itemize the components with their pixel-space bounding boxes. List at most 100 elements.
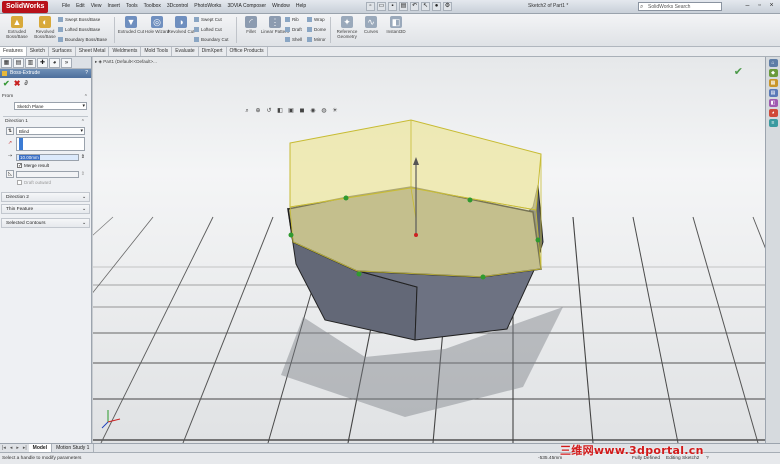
open-icon[interactable]: ▭ bbox=[377, 2, 386, 11]
section-view-icon[interactable]: ◧ bbox=[276, 107, 284, 115]
boundary-boss-button[interactable]: Boundary Boss/Base bbox=[58, 37, 107, 43]
draft-angle-input[interactable] bbox=[16, 170, 79, 178]
view-orientation-icon[interactable]: ▣ bbox=[287, 107, 295, 115]
previous-view-icon[interactable]: ↺ bbox=[265, 107, 273, 115]
property-manager-tab-icon[interactable]: ▤ bbox=[13, 58, 24, 68]
reverse-direction-icon[interactable]: ⇅ bbox=[6, 127, 14, 135]
boundary-cut-icon bbox=[194, 37, 199, 43]
lofted-boss-button[interactable]: Lofted Boss/Base bbox=[58, 27, 100, 33]
zoom-to-fit-icon[interactable]: ⌕ bbox=[243, 107, 251, 115]
tab-last-icon[interactable]: ▸| bbox=[21, 445, 29, 451]
boundary-cut-button[interactable]: Boundary Cut bbox=[194, 37, 229, 43]
end-condition-dropdown[interactable]: Blind bbox=[16, 127, 85, 135]
rebuild-icon[interactable]: ● bbox=[432, 2, 441, 11]
home-icon[interactable]: ⌂ bbox=[768, 59, 778, 67]
menu-help[interactable]: Help bbox=[296, 3, 306, 9]
tab-evaluate[interactable]: Evaluate bbox=[172, 47, 199, 56]
draft-toggle-icon[interactable]: ◺ bbox=[6, 170, 14, 178]
swept-boss-button[interactable]: Swept Boss/Base bbox=[58, 17, 100, 23]
restore-icon[interactable]: ▫ bbox=[755, 2, 764, 9]
spin-arrows-icon[interactable]: ⇕ bbox=[81, 171, 85, 177]
merge-result-checkbox[interactable]: ✓ Merge result bbox=[3, 162, 88, 169]
menu-insert[interactable]: Insert bbox=[107, 3, 120, 9]
file-explorer-icon[interactable]: ▤ bbox=[768, 89, 778, 97]
from-section-header[interactable]: From ⌃ bbox=[0, 93, 91, 101]
display-style-icon[interactable]: ◼ bbox=[298, 107, 306, 115]
select-icon[interactable]: ↖ bbox=[421, 2, 430, 11]
view-palette-icon[interactable]: ◧ bbox=[768, 99, 778, 107]
rib-button[interactable]: Rib bbox=[285, 17, 299, 23]
menu-view[interactable]: View bbox=[91, 3, 102, 9]
extruded-boss-button[interactable]: ▲ Extruded Boss/Base bbox=[2, 16, 32, 44]
appearance-icon[interactable]: ◍ bbox=[320, 107, 328, 115]
close-icon[interactable]: × bbox=[767, 2, 776, 9]
status-units[interactable]: ? bbox=[706, 453, 709, 464]
custom-properties-icon[interactable]: ≡ bbox=[768, 119, 778, 127]
save-icon[interactable]: ▪ bbox=[388, 2, 397, 11]
dome-button[interactable]: Dome bbox=[307, 27, 326, 33]
appearances-icon[interactable]: ◕ bbox=[768, 109, 778, 117]
design-library-icon[interactable]: ▦ bbox=[768, 79, 778, 87]
panel-expand-icon[interactable]: » bbox=[61, 58, 72, 68]
tab-mold-tools[interactable]: Mold Tools bbox=[141, 47, 173, 56]
tab-first-icon[interactable]: |◂ bbox=[0, 445, 8, 451]
tab-features[interactable]: Features bbox=[0, 47, 27, 56]
zoom-area-icon[interactable]: ⊕ bbox=[254, 107, 262, 115]
confirmation-corner-check-icon[interactable]: ✔ bbox=[734, 65, 743, 78]
swept-cut-button[interactable]: Swept Cut bbox=[194, 17, 222, 23]
from-dropdown[interactable]: Sketch Plane bbox=[14, 102, 87, 110]
spin-arrows-icon[interactable]: ⇕ bbox=[81, 154, 85, 160]
menu-tools[interactable]: Tools bbox=[126, 3, 138, 9]
undo-icon[interactable]: ↶ bbox=[410, 2, 419, 11]
selected-contours-section[interactable]: Selected Contours ⌄ bbox=[1, 218, 90, 228]
ok-check-icon[interactable]: ✔ bbox=[3, 79, 10, 88]
resources-icon[interactable]: ◆ bbox=[768, 69, 778, 77]
shell-button[interactable]: Shell bbox=[285, 37, 302, 43]
tab-surfaces[interactable]: Surfaces bbox=[49, 47, 76, 56]
detailed-preview-icon[interactable]: ∂ bbox=[24, 80, 27, 87]
tab-motion-study[interactable]: Motion Study 1 bbox=[52, 444, 95, 452]
configuration-tab-icon[interactable]: ▥ bbox=[25, 58, 36, 68]
hide-show-icon[interactable]: ◉ bbox=[309, 107, 317, 115]
feature-tree-tab-icon[interactable]: ▦ bbox=[1, 58, 12, 68]
direction-selection-box[interactable] bbox=[16, 137, 85, 151]
tab-model[interactable]: Model bbox=[28, 444, 53, 452]
app-logo[interactable]: SolidWorks bbox=[2, 1, 49, 13]
menu-file[interactable]: File bbox=[62, 3, 70, 9]
print-icon[interactable]: ▤ bbox=[399, 2, 408, 11]
menu-toolbox[interactable]: Toolbox bbox=[144, 3, 161, 9]
mirror-button[interactable]: Mirror bbox=[307, 37, 326, 43]
menu-3dcontrol[interactable]: 3Dcontrol bbox=[167, 3, 188, 9]
thin-feature-section[interactable]: Thin Feature ⌄ bbox=[1, 204, 90, 214]
options-icon[interactable]: ⚙ bbox=[443, 2, 452, 11]
lofted-cut-button[interactable]: Lofted Cut bbox=[194, 27, 222, 33]
revolved-cut-button[interactable]: ◑ Revolved Cut bbox=[166, 16, 196, 44]
feature-tree-flyout[interactable]: ▸ ◈ Part1 (Default<<Default>... bbox=[95, 59, 157, 65]
instant3d-button[interactable]: ◧ Instant3D bbox=[381, 16, 411, 44]
search-box[interactable]: ⌕ SolidWorks Search bbox=[638, 2, 722, 11]
tab-dimxpert[interactable]: DimXpert bbox=[199, 47, 227, 56]
cancel-x-icon[interactable]: ✖ bbox=[14, 79, 21, 88]
direction2-section[interactable]: Direction 2 ⌄ bbox=[1, 192, 90, 202]
menu-3dvia-composer[interactable]: 3DVIA Composer bbox=[227, 3, 266, 9]
minimize-icon[interactable]: – bbox=[743, 2, 752, 9]
revolved-boss-button[interactable]: ◐ Revolved Boss/Base bbox=[30, 16, 60, 44]
appearance-tab-icon[interactable]: ◕ bbox=[49, 58, 60, 68]
menu-edit[interactable]: Edit bbox=[76, 3, 85, 9]
depth-input[interactable]: 10.00mm bbox=[16, 153, 79, 161]
help-icon[interactable]: ? bbox=[85, 69, 88, 78]
direction1-section-header[interactable]: Direction 1 ⌃ bbox=[3, 118, 88, 126]
tab-sketch[interactable]: Sketch bbox=[27, 47, 50, 56]
scene-icon[interactable]: ☀ bbox=[331, 107, 339, 115]
menu-window[interactable]: Window bbox=[272, 3, 290, 9]
new-icon[interactable]: ▫ bbox=[366, 2, 375, 11]
tab-office-products[interactable]: Office Products bbox=[227, 47, 268, 56]
draft-outward-checkbox[interactable]: Draft outward bbox=[3, 179, 88, 186]
tab-weldments[interactable]: Weldments bbox=[109, 47, 142, 56]
tab-sheet-metal[interactable]: Sheet Metal bbox=[76, 47, 110, 56]
graphics-area[interactable]: ▸ ◈ Part1 (Default<<Default>... ⌕ ⊕ ↺ ◧ … bbox=[93, 57, 765, 443]
dimxpert-tab-icon[interactable]: ✚ bbox=[37, 58, 48, 68]
menu-photoworks[interactable]: PhotoWorks bbox=[194, 3, 221, 9]
draft-button[interactable]: Draft bbox=[285, 27, 302, 33]
wrap-button[interactable]: Wrap bbox=[307, 17, 325, 23]
